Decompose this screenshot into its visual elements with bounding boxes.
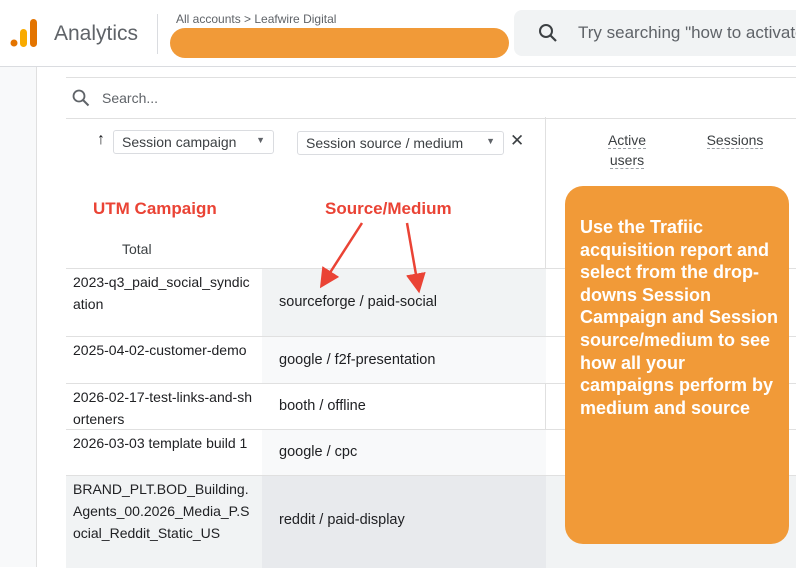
arrow-to-medium: [405, 222, 426, 294]
instruction-callout-text: Use the Trafiic acquisition report and s…: [580, 217, 779, 418]
arrow-to-source: [319, 222, 364, 289]
instruction-callout: Use the Trafiic acquisition report and s…: [565, 186, 789, 544]
